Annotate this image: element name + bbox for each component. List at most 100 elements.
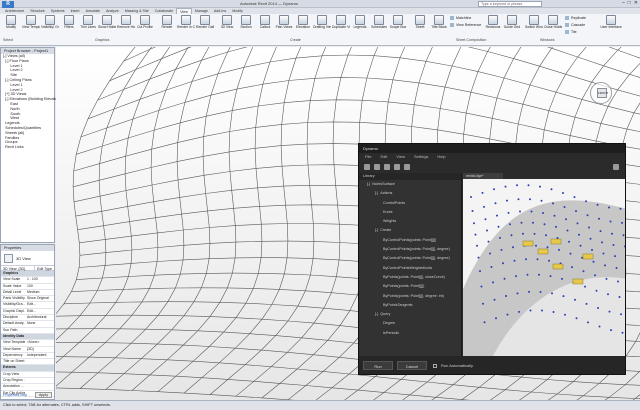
library-item[interactable]: ControlPoints <box>359 199 461 208</box>
cut-profile-button[interactable]: Cut Profile <box>136 15 154 29</box>
library-item[interactable]: Degree <box>359 319 461 328</box>
property-value[interactable] <box>25 328 54 333</box>
viewcube-face[interactable]: FRONT <box>597 88 608 98</box>
library-item[interactable]: ByControlPoints(points: Point[][], degre… <box>359 245 461 254</box>
property-value[interactable]: Edit... <box>25 309 54 314</box>
replicate-button[interactable]: Replicate <box>565 16 586 20</box>
menu-settings[interactable]: Settings <box>414 153 428 161</box>
run-automatically-checkbox[interactable] <box>433 364 437 368</box>
property-value[interactable] <box>25 372 54 377</box>
library-item[interactable]: ByControlPoints(points: Point[][]) <box>359 236 461 245</box>
callout-button[interactable]: Callout <box>256 15 274 29</box>
gallery-icon <box>200 15 210 25</box>
properties-help-link[interactable]: Properties help <box>3 393 27 397</box>
property-value[interactable]: 100 <box>25 284 54 289</box>
property-value[interactable]: Edit... <box>25 302 54 307</box>
library-item[interactable]: Knots <box>359 208 461 217</box>
property-value[interactable]: 1 : 100 <box>25 277 54 282</box>
view-templates-button[interactable]: View Templates <box>22 15 40 29</box>
duplicate-view-button[interactable]: Duplicate View <box>332 15 350 29</box>
3d-view-button[interactable]: 3D View <box>218 15 236 29</box>
menu-view[interactable]: View <box>396 153 405 161</box>
library-item[interactable]: [-] Actions <box>359 189 461 198</box>
property-value[interactable]: Medium <box>25 290 54 295</box>
property-value[interactable]: {3D} <box>25 347 54 352</box>
help-search-input[interactable]: Type a keyword or phrase <box>478 1 542 7</box>
library-item[interactable]: [-] NurbsSurface <box>359 180 461 189</box>
legends-button[interactable]: Legends <box>351 15 369 29</box>
property-value[interactable] <box>25 359 54 364</box>
library-item[interactable]: [-] Query <box>359 310 461 319</box>
section-button[interactable]: Section <box>237 15 255 29</box>
cancel-button[interactable]: Cancel <box>397 361 427 370</box>
property-value[interactable]: Architectural <box>25 315 54 320</box>
cascade-button[interactable]: Cascade <box>565 23 585 27</box>
menu-edit[interactable]: Edit <box>380 153 387 161</box>
expand-toggle-icon[interactable]: [-] <box>375 312 378 316</box>
menu-file[interactable]: File <box>365 153 371 161</box>
camera-icon[interactable] <box>613 164 619 170</box>
render-gallery-button[interactable]: Render Gallery <box>196 15 214 29</box>
apply-button[interactable]: Apply <box>35 392 52 398</box>
plan-views-button[interactable]: Plan Views <box>275 15 293 29</box>
tile-button[interactable]: Tile <box>565 30 577 34</box>
filters-button[interactable]: Filters <box>60 15 78 29</box>
property-key: Parts Visibility <box>3 296 25 301</box>
library-item[interactable]: ByPointsTangents <box>359 301 461 310</box>
render-cloud-button[interactable]: Render in Cloud <box>177 15 195 29</box>
open-file-icon[interactable] <box>374 164 380 170</box>
library-item[interactable]: [-] Create <box>359 226 461 235</box>
switch-windows-button[interactable]: Switch Windows <box>525 15 543 29</box>
library-item[interactable]: Weights <box>359 217 461 226</box>
redo-icon[interactable] <box>404 164 410 170</box>
show-hidden-lines-button[interactable]: Show Hidden Lines <box>98 15 116 29</box>
visibility-graphics-button[interactable]: Visibility/ Graphics <box>41 15 59 29</box>
library-item[interactable]: IsPeriodic <box>359 329 461 338</box>
render-button[interactable]: Render <box>158 15 176 29</box>
sheet-button[interactable]: Sheet <box>411 15 429 29</box>
remove-hidden-lines-button[interactable]: Remove Hidden Lines <box>117 15 135 29</box>
thin-lines-button[interactable]: Thin Lines <box>79 15 97 29</box>
undo-icon[interactable] <box>394 164 400 170</box>
close-button[interactable]: ✕ <box>634 0 638 6</box>
title-block-button[interactable]: Title Block <box>430 15 448 29</box>
view-reference-button[interactable]: View Reference <box>450 23 481 27</box>
viewcube[interactable]: FRONT <box>590 82 612 104</box>
library-item[interactable]: ByPoints(points: Point[][]) <box>359 282 461 291</box>
property-value[interactable] <box>25 378 54 383</box>
close-hidden-button[interactable]: Close Hidden <box>544 15 562 29</box>
expand-toggle-icon[interactable]: [-] <box>375 228 378 232</box>
property-value[interactable]: Independent <box>25 353 54 358</box>
property-value[interactable] <box>25 384 54 389</box>
minimize-button[interactable]: – <box>622 0 625 6</box>
instance-selector[interactable]: 3D View: {3D} <box>1 266 34 271</box>
library-item[interactable]: ByPoints(points: Point[][], closeCurve) <box>359 273 461 282</box>
expand-toggle-icon[interactable]: [-] <box>375 191 378 195</box>
guide-grid-button[interactable]: Guide Grid <box>503 15 521 29</box>
type-selector[interactable]: 3D View <box>1 251 54 265</box>
user-interface-button[interactable]: User Interface <box>600 15 622 29</box>
browser-tree-item[interactable]: Revit Links <box>1 145 54 150</box>
maximize-button[interactable]: □ <box>628 0 631 6</box>
scope-box-button[interactable]: Scope Box <box>389 15 407 29</box>
edit-type-button[interactable]: Edit Type <box>34 266 54 271</box>
app-menu-button[interactable]: R <box>2 1 14 8</box>
dynamo-canvas[interactable] <box>463 179 625 356</box>
run-button[interactable]: Run <box>363 361 393 370</box>
library-item[interactable]: ByControlPointsWeightsKnots <box>359 264 461 273</box>
drafting-view-button[interactable]: Drafting View <box>313 15 331 29</box>
modify-button[interactable]: Modify <box>2 15 20 29</box>
property-value[interactable]: <None> <box>25 340 54 345</box>
library-item[interactable]: ByPoints(points: Point[][], degree: int) <box>359 292 461 301</box>
revisions-button[interactable]: Revisions <box>484 15 502 29</box>
elevation-button[interactable]: Elevation <box>294 15 312 29</box>
schedules-button[interactable]: Schedules <box>370 15 388 29</box>
property-value[interactable]: Show Original <box>25 296 54 301</box>
new-file-icon[interactable] <box>364 164 370 170</box>
expand-toggle-icon[interactable]: [-] <box>367 182 370 186</box>
property-value[interactable]: None <box>25 321 54 326</box>
save-icon[interactable] <box>384 164 390 170</box>
library-item[interactable]: ByControlPoints(points: Point[][], degre… <box>359 254 461 263</box>
menu-help[interactable]: Help <box>437 153 445 161</box>
matchline-button[interactable]: Matchline <box>450 16 471 20</box>
